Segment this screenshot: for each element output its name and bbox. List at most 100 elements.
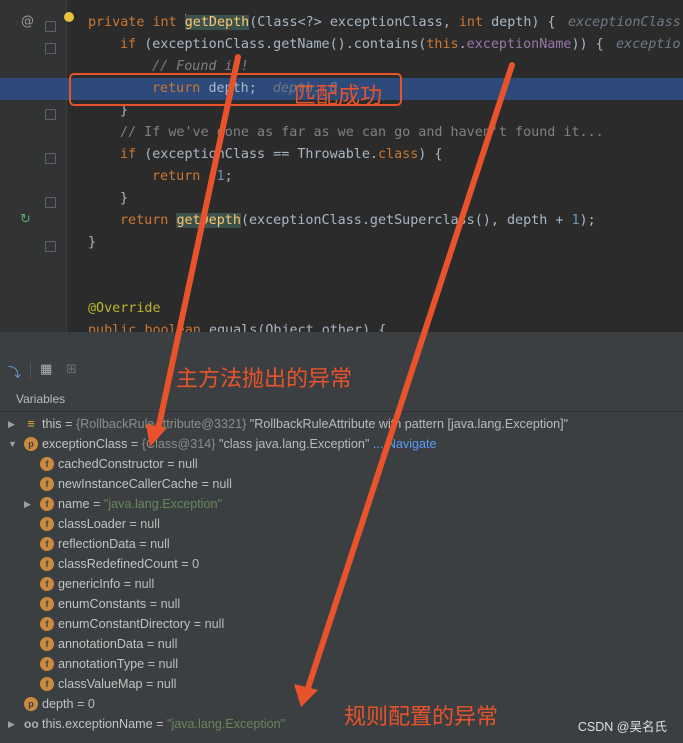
code-token: return (152, 81, 209, 96)
variable-text: enumConstantDirectory = null (58, 614, 224, 634)
variable-row[interactable]: f genericInfo = null (0, 574, 683, 594)
variable-equals: = (143, 637, 158, 651)
fold-icon[interactable] (45, 153, 56, 164)
code-token: (exceptionClass == Throwable. (144, 147, 378, 162)
code-line[interactable]: } (0, 188, 683, 210)
code-text: return getDepth(exceptionClass.getSuperc… (120, 210, 596, 232)
variable-text: annotationData = null (58, 634, 177, 654)
code-token: // If we've gone as far as we can go and… (120, 125, 604, 140)
fold-icon[interactable] (45, 241, 56, 252)
override-marker-icon[interactable]: @ (21, 14, 34, 29)
expand-arrow-icon[interactable]: ▶ (24, 494, 31, 514)
code-line[interactable]: return getDepth(exceptionClass.getSuperc… (0, 210, 683, 232)
main-exception-label: 主方法抛出的异常 (176, 367, 353, 392)
code-line[interactable]: @Override (0, 298, 683, 320)
variable-text: genericInfo = null (58, 574, 154, 594)
code-token: depth) { (491, 15, 556, 30)
step-into-icon[interactable]: ⤵ (8, 362, 21, 381)
code-line[interactable]: } (0, 232, 683, 254)
navigate-link[interactable]: ... Navigate (369, 437, 437, 451)
code-line[interactable]: if (exceptionClass.getName().contains(th… (0, 34, 683, 56)
variable-row[interactable]: ▼ p exceptionClass = {Class@314} "class ja… (0, 434, 683, 454)
variable-value: null (158, 657, 179, 671)
code-line[interactable]: private int getDepth(Class<?> exceptionC… (0, 12, 683, 34)
variable-row[interactable]: f enumConstants = null (0, 594, 683, 614)
variable-name: enumConstantDirectory (58, 617, 191, 631)
field-icon: f (40, 557, 54, 571)
code-line[interactable]: if (exceptionClass == Throwable.class) { (0, 144, 683, 166)
code-token: } (120, 191, 129, 206)
field-icon: f (40, 457, 54, 471)
code-token: exceptionName (466, 37, 572, 52)
expand-arrow-icon[interactable]: ▶ (8, 714, 15, 734)
code-token: )) { (571, 37, 604, 52)
variable-value: null (157, 637, 178, 651)
field-icon: f (40, 497, 54, 511)
lightbulb-icon[interactable] (64, 12, 74, 22)
code-line[interactable] (0, 254, 683, 276)
variable-row[interactable]: f classValueMap = null (0, 674, 683, 694)
variable-row[interactable]: f reflectionData = null (0, 534, 683, 554)
variable-row[interactable]: f enumConstantDirectory = null (0, 614, 683, 634)
fold-icon[interactable] (45, 197, 56, 208)
code-token: if (120, 147, 145, 162)
code-token: // Found it! (152, 59, 249, 74)
variable-equals: = (89, 497, 104, 511)
code-line[interactable]: // Found it! (0, 56, 683, 78)
variable-value: null (140, 517, 160, 531)
variable-equals: = (190, 617, 205, 631)
variable-text: this = {RollbackRuleAttribute@3321} "Rol… (42, 414, 568, 434)
variable-value: null (178, 457, 198, 471)
restore-layout-icon[interactable]: ⊞ (66, 362, 77, 377)
variable-value: 0 (87, 697, 95, 711)
variable-name: annotationData (58, 637, 144, 651)
table-view-icon[interactable]: ▦ (40, 362, 52, 377)
variable-text: cachedConstructor = null (58, 454, 198, 474)
code-line[interactable]: // If we've gone as far as we can go and… (0, 122, 683, 144)
field-icon: f (40, 537, 54, 551)
variable-row[interactable]: f classLoader = null (0, 514, 683, 534)
field-icon: f (40, 477, 54, 491)
collapse-arrow-icon[interactable]: ▼ (8, 434, 17, 454)
code-token: ); (579, 213, 596, 228)
code-token: depth; (208, 81, 257, 96)
fold-icon[interactable] (45, 43, 56, 54)
code-line[interactable]: public boolean equals(Object other) { (0, 320, 683, 332)
expand-arrow-icon[interactable]: ▶ (8, 414, 15, 434)
code-token: -1 (208, 169, 225, 184)
code-token: equals(Object other) { (208, 323, 387, 332)
variable-value: null (150, 537, 170, 551)
watermark: CSDN @吴名氏 (577, 720, 667, 734)
recursive-call-icon[interactable]: ↻ (20, 212, 31, 227)
variable-row[interactable]: ▶ f name = "java.lang.Exception" (0, 494, 683, 514)
variable-row[interactable]: f classRedefinedCount = 0 (0, 554, 683, 574)
variables-separator (0, 411, 683, 412)
variable-row[interactable]: ▶ ≡ this = {RollbackRuleAttribute@3321} "R… (0, 414, 683, 434)
field-icon: f (40, 637, 54, 651)
variable-name: this (42, 417, 62, 431)
variable-type: {RollbackRuleAttribute@3321} (75, 417, 250, 431)
variable-text: depth = 0 (42, 694, 95, 714)
code-text: @Override (88, 298, 161, 320)
match-success-label: 匹配成功 (294, 84, 383, 109)
code-line[interactable]: return -1; (0, 166, 683, 188)
variable-equals: = (135, 537, 151, 551)
code-token: int (152, 15, 185, 30)
variable-name: annotationType (58, 657, 145, 671)
code-editor[interactable]: private int getDepth(Class<?> exceptionC… (0, 0, 683, 332)
variable-name: exceptionClass (42, 437, 128, 451)
variable-value: 0 (192, 557, 200, 571)
toolbar-divider (30, 362, 31, 378)
code-text: } (120, 100, 128, 122)
fold-icon[interactable] (45, 109, 56, 120)
variable-name: enumConstants (58, 597, 147, 611)
parameter-icon: p (24, 437, 38, 451)
variable-row[interactable]: f cachedConstructor = null (0, 454, 683, 474)
variable-row[interactable]: f annotationType = null (0, 654, 683, 674)
variable-row[interactable]: p depth = 0 (0, 694, 683, 714)
variable-row[interactable]: f newInstanceCallerCache = null (0, 474, 683, 494)
variable-text: reflectionData = null (58, 534, 170, 554)
fold-icon[interactable] (45, 21, 56, 32)
variable-row[interactable]: f annotationData = null (0, 634, 683, 654)
variable-equals: = (144, 657, 159, 671)
